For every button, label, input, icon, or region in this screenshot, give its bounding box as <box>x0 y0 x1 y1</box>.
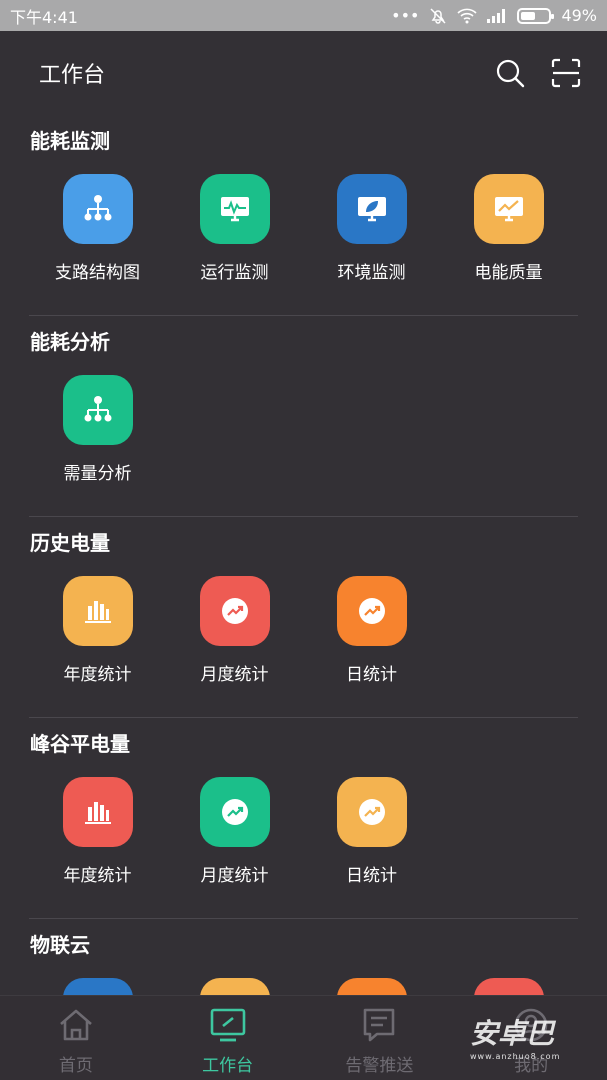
tab-home[interactable]: 首页 <box>0 996 152 1080</box>
tile-iot-4[interactable] <box>440 978 577 995</box>
trend-icon <box>221 598 248 624</box>
trend-icon <box>358 598 385 624</box>
section-energy-analysis: 能耗分析 需量分析 <box>29 316 578 517</box>
tile-label: 环境监测 <box>337 263 406 283</box>
tile-label: 月度统计 <box>200 866 269 886</box>
header-actions <box>495 58 581 88</box>
status-time: 下午4:41 <box>10 7 78 27</box>
tile-iot-3[interactable] <box>303 978 440 995</box>
tab-label: 首页 <box>58 1056 93 1076</box>
tile-operation-monitoring[interactable]: 运行监测 <box>166 174 303 283</box>
tile-environment-monitoring[interactable]: 环境监测 <box>303 174 440 283</box>
search-icon[interactable] <box>495 58 525 88</box>
tile-label: 月度统计 <box>200 665 269 685</box>
scan-icon[interactable] <box>551 58 581 88</box>
tile-label: 支路结构图 <box>55 263 140 283</box>
tile-label: 电能质量 <box>474 263 543 283</box>
section-title: 峰谷平电量 <box>30 732 130 756</box>
section-title: 能耗监测 <box>30 129 110 153</box>
more-dots-icon: ••• <box>391 6 420 25</box>
section-iot-cloud: 物联云 <box>29 919 578 995</box>
section-title: 历史电量 <box>30 531 110 555</box>
workbench-icon <box>210 1008 245 1042</box>
tab-workbench[interactable]: 工作台 <box>152 996 304 1080</box>
tile-label: 年度统计 <box>63 665 132 685</box>
tile-label: 日统计 <box>346 665 397 685</box>
tile-label: 运行监测 <box>200 263 269 283</box>
bar-chart-icon <box>84 802 111 824</box>
tile-monthly-stats[interactable]: 月度统计 <box>166 576 303 685</box>
hierarchy-icon <box>84 195 111 221</box>
wifi-icon <box>457 8 477 23</box>
signal-icon <box>487 8 506 23</box>
tile-branch-structure[interactable]: 支路结构图 <box>29 174 166 283</box>
battery-icon <box>517 7 555 24</box>
section-energy-monitoring: 能耗监测 支路结构图 运行监测 环境监测 电能质量 <box>29 115 578 316</box>
trend-icon <box>221 799 248 825</box>
tile-iot-2[interactable] <box>166 978 303 995</box>
hierarchy-icon <box>84 396 111 422</box>
tile-daily-stats[interactable]: 日统计 <box>303 576 440 685</box>
workbench-content: 能耗监测 支路结构图 运行监测 环境监测 电能质量 能耗分析 需量分析 历史电量… <box>0 115 607 995</box>
section-historical-energy: 历史电量 年度统计 月度统计 日统计 <box>29 517 578 718</box>
tile-label: 需量分析 <box>63 464 132 484</box>
battery-percent: 49% <box>561 6 597 25</box>
trend-icon <box>358 799 385 825</box>
monitor-pulse-icon <box>220 197 249 222</box>
tile-demand-analysis[interactable]: 需量分析 <box>29 375 166 484</box>
mute-icon <box>430 7 446 24</box>
tile-label: 日统计 <box>346 866 397 886</box>
home-icon <box>60 1009 92 1041</box>
bar-chart-icon <box>84 601 111 623</box>
tile-iot-1[interactable] <box>29 978 166 995</box>
tab-label: 告警推送 <box>345 1056 414 1076</box>
tile-annual-stats[interactable]: 年度统计 <box>29 576 166 685</box>
tile-label: 年度统计 <box>63 866 132 886</box>
section-title: 能耗分析 <box>30 330 110 354</box>
section-title: 物联云 <box>30 933 90 957</box>
app-header: 工作台 <box>0 31 607 115</box>
tab-label: 工作台 <box>202 1056 254 1076</box>
tile-annual-stats[interactable]: 年度统计 <box>29 777 166 886</box>
message-icon <box>364 1008 395 1042</box>
tile-monthly-stats[interactable]: 月度统计 <box>166 777 303 886</box>
tile-power-quality[interactable]: 电能质量 <box>440 174 577 283</box>
watermark-logo: 安卓巴 www.anzhuo8.com <box>470 1017 561 1061</box>
status-bar: 下午4:41 ••• 49% <box>0 0 607 31</box>
monitor-leaf-icon <box>357 197 386 222</box>
page-title: 工作台 <box>39 63 106 88</box>
tile-daily-stats[interactable]: 日统计 <box>303 777 440 886</box>
section-peak-valley-energy: 峰谷平电量 年度统计 月度统计 日统计 <box>29 718 578 919</box>
tab-alarm-push[interactable]: 告警推送 <box>304 996 456 1080</box>
monitor-chart-icon <box>494 197 523 222</box>
status-icons: ••• 49% <box>391 6 597 25</box>
